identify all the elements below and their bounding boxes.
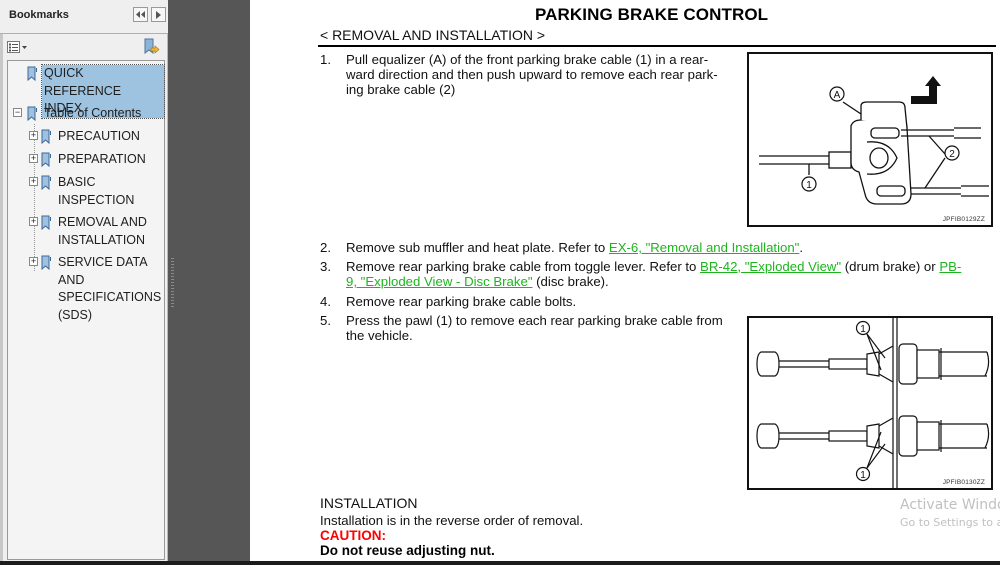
callout-1-label: 1 — [806, 180, 812, 191]
activation-watermark: Activate Windows Go to Settings to activ… — [900, 497, 1000, 529]
expand-toggle[interactable]: + — [29, 217, 38, 226]
callout-2-label: 2 — [949, 149, 955, 160]
watermark-line-1: Activate Windows — [900, 497, 1000, 513]
bookmarks-panel: Bookmarks QUICK REFERENCE INDEX − Table … — [0, 0, 168, 565]
watermark-line-2: Go to Settings to activate Windows. — [900, 516, 1000, 529]
bookmark-label: Table of Contents — [44, 106, 142, 120]
step-number: 2. — [320, 240, 331, 255]
step-2: 2. Remove sub muffler and heat plate. Re… — [320, 240, 980, 256]
caution-label: CAUTION: — [320, 528, 386, 543]
bookmark-label: PRECAUTION — [58, 129, 140, 143]
figure-equalizer: A 1 2 JPFIB0129ZZ — [747, 52, 993, 227]
bookmark-tree: QUICK REFERENCE INDEX − Table of Contents… — [7, 60, 165, 560]
bookmark-arrow-icon — [144, 38, 160, 54]
step-text: Remove rear parking brake cable from tog… — [346, 259, 962, 289]
taskbar — [0, 561, 1000, 565]
step-text: Remove rear parking brake cable bolts. — [346, 294, 577, 309]
panel-header: Bookmarks — [0, 0, 168, 34]
installation-heading: INSTALLATION — [320, 495, 418, 511]
expand-panel-button[interactable] — [151, 7, 166, 22]
figure-pawl: 1 1 JPFIB0130ZZ — [747, 316, 993, 490]
pdf-viewer: Bookmarks QUICK REFERENCE INDEX − Table … — [0, 0, 1000, 565]
chevron-right-icon — [156, 10, 161, 19]
equalizer-diagram: A 1 2 — [759, 76, 989, 205]
link-br-42-exploded-view[interactable]: BR-42, "Exploded View" — [700, 259, 841, 274]
bookmark-service-data-and-specifications[interactable]: SERVICE DATA AND SPECIFICATIONS (SDS) — [40, 254, 163, 324]
new-bookmark-button[interactable] — [142, 38, 160, 56]
panel-splitter[interactable] — [168, 0, 220, 565]
bookmarks-toolbar — [0, 35, 168, 59]
step-number: 5. — [320, 313, 331, 328]
step-5: 5. Press the pawl (1) to remove each rea… — [320, 313, 750, 345]
bookmark-label: PREPARATION — [58, 152, 146, 166]
step-text: Press the pawl (1) to remove each rear p… — [346, 313, 723, 343]
bookmark-removal-and-installation[interactable]: REMOVAL AND INSTALLATION — [40, 214, 149, 249]
bookmark-icon — [27, 66, 37, 82]
link-pb-9-exploded-view-disc-brake-cont[interactable]: 9, "Exploded View - Disc Brake" — [346, 274, 533, 289]
expand-toggle[interactable]: + — [29, 154, 38, 163]
page-title: PARKING BRAKE CONTROL — [535, 5, 769, 24]
bookmark-icon — [41, 215, 51, 231]
section-breadcrumb: < REMOVAL AND INSTALLATION > — [320, 27, 546, 43]
link-ex-6-removal-and-installation[interactable]: EX-6, "Removal and Installation" — [609, 240, 799, 255]
panel-title: Bookmarks — [9, 9, 69, 21]
step-text: Remove sub muffler and heat plate. Refer… — [346, 240, 804, 255]
bookmark-icon — [41, 152, 51, 168]
expand-toggle[interactable]: + — [29, 131, 38, 140]
bookmark-label: REMOVAL AND INSTALLATION — [58, 215, 147, 247]
step-4: 4. Remove rear parking brake cable bolts… — [320, 294, 750, 310]
bookmark-icon — [27, 106, 37, 122]
bookmark-preparation[interactable]: PREPARATION — [40, 151, 148, 169]
step-3: 3. Remove rear parking brake cable from … — [320, 259, 1000, 291]
collapse-toggle[interactable]: − — [13, 108, 22, 117]
tree-connector — [34, 124, 35, 271]
pawl-diagram: 1 1 — [756, 318, 990, 488]
collapse-panel-button[interactable] — [133, 7, 148, 22]
double-chevron-left-icon — [136, 11, 145, 18]
installation-text: Installation is in the reverse order of … — [320, 513, 584, 528]
options-menu-button[interactable] — [7, 40, 29, 54]
link-pb-9-exploded-view-disc-brake[interactable]: PB- — [939, 259, 961, 274]
step-text: Pull equalizer (A) of the front parking … — [346, 52, 718, 97]
panel-edge — [0, 34, 3, 565]
step-number: 4. — [320, 294, 331, 309]
bookmark-table-of-contents[interactable]: Table of Contents — [26, 105, 143, 123]
document-page: PARKING BRAKE CONTROL < REMOVAL AND INST… — [250, 0, 1000, 565]
bookmark-label: BASIC INSPECTION — [58, 175, 135, 207]
expand-toggle[interactable]: + — [29, 177, 38, 186]
bookmark-label: SERVICE DATA AND SPECIFICATIONS (SDS) — [58, 255, 162, 322]
step-number: 1. — [320, 52, 331, 67]
callout-1-top-label: 1 — [860, 324, 866, 335]
callout-a-label: A — [834, 90, 841, 101]
header-rule — [318, 45, 996, 47]
bookmark-basic-inspection[interactable]: BASIC INSPECTION — [40, 174, 136, 209]
step-1: 1. Pull equalizer (A) of the front parki… — [320, 52, 750, 102]
figure-id: JPFIB0130ZZ — [942, 479, 985, 486]
bookmark-icon — [41, 255, 51, 271]
expand-toggle[interactable]: + — [29, 257, 38, 266]
figure-id: JPFIB0129ZZ — [942, 216, 985, 223]
splitter-grip[interactable] — [171, 258, 174, 308]
list-options-icon — [7, 41, 27, 53]
step-number: 3. — [320, 259, 331, 274]
callout-1-bottom-label: 1 — [860, 470, 866, 481]
bookmark-icon — [41, 175, 51, 191]
bookmark-precaution[interactable]: PRECAUTION — [40, 128, 142, 146]
caution-text: Do not reuse adjusting nut. — [320, 543, 495, 558]
bookmark-icon — [41, 129, 51, 145]
